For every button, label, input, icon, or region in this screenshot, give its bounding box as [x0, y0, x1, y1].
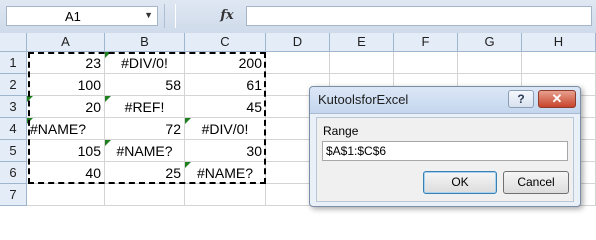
column-header-b[interactable]: B — [105, 33, 185, 52]
select-all-corner[interactable] — [0, 33, 27, 52]
cell-c4[interactable]: #DIV/0! — [185, 118, 266, 140]
cell-b2[interactable]: 58 — [105, 74, 185, 96]
cell-b5[interactable]: #NAME? — [105, 140, 185, 162]
cell-b3[interactable]: #REF! — [105, 96, 185, 118]
chevron-down-icon[interactable]: ▼ — [144, 10, 153, 20]
error-indicator-icon[interactable] — [185, 118, 191, 124]
range-input[interactable]: $A$1:$C$6 — [322, 141, 568, 161]
cell-h1[interactable] — [522, 52, 596, 74]
row-header-6[interactable]: 6 — [0, 162, 27, 184]
cell-value: 45 — [246, 99, 262, 115]
cell-c5[interactable]: 30 — [185, 140, 266, 162]
cell-value: #DIV/0! — [121, 55, 168, 71]
range-label: Range — [323, 124, 359, 138]
cell-e1[interactable] — [330, 52, 394, 74]
dialog-titlebar[interactable]: KutoolsforExcel ? ✕ — [310, 87, 580, 114]
cell-c1[interactable]: 200 — [185, 52, 266, 74]
cell-a2[interactable]: 100 — [27, 74, 105, 96]
cell-b7[interactable] — [105, 184, 185, 206]
row-header-1[interactable]: 1 — [0, 52, 27, 74]
error-indicator-icon[interactable] — [185, 162, 191, 168]
cell-value: 105 — [77, 143, 101, 159]
dialog-body: Range $A$1:$C$6 OK Cancel — [316, 117, 574, 202]
cell-value: #NAME? — [196, 165, 254, 181]
cell-a6[interactable]: 40 — [27, 162, 105, 184]
ok-button[interactable]: OK — [423, 171, 497, 194]
error-indicator-icon[interactable] — [105, 96, 111, 102]
cell-value: 20 — [85, 99, 101, 115]
name-box[interactable]: A1 ▼ — [6, 6, 158, 26]
row-header-5[interactable]: 5 — [0, 140, 27, 162]
formula-bar-splitter[interactable] — [164, 4, 176, 28]
column-header-e[interactable]: E — [330, 33, 394, 52]
column-header-h[interactable]: H — [522, 33, 596, 52]
cell-a7[interactable] — [27, 184, 105, 206]
insert-function-icon[interactable]: fx — [212, 6, 242, 26]
cell-value: #NAME? — [116, 143, 173, 159]
column-header-a[interactable]: A — [27, 33, 105, 52]
cell-b1[interactable]: #DIV/0! — [105, 52, 185, 74]
cell-c2[interactable]: 61 — [185, 74, 266, 96]
cell-value: #NAME? — [30, 121, 87, 137]
name-box-value: A1 — [65, 9, 81, 24]
cell-f1[interactable] — [394, 52, 458, 74]
cell-a5[interactable]: 105 — [27, 140, 105, 162]
error-indicator-icon[interactable] — [27, 118, 33, 124]
cell-b6[interactable]: 25 — [105, 162, 185, 184]
cell-value: #DIV/0! — [201, 121, 249, 137]
cell-a4[interactable]: #NAME? — [27, 118, 105, 140]
cell-b4[interactable]: 72 — [105, 118, 185, 140]
cell-c7[interactable] — [185, 184, 266, 206]
close-button[interactable]: ✕ — [538, 90, 576, 108]
row-header-2[interactable]: 2 — [0, 74, 27, 96]
cell-value: 61 — [246, 77, 262, 93]
row-header-7[interactable]: 7 — [0, 184, 27, 206]
cell-value: 25 — [165, 165, 181, 181]
cell-value: 23 — [85, 55, 101, 71]
cell-g1[interactable] — [458, 52, 522, 74]
row-header-3[interactable]: 3 — [0, 96, 27, 118]
error-indicator-icon[interactable] — [27, 96, 33, 102]
column-header-g[interactable]: G — [458, 33, 522, 52]
cell-value: 40 — [85, 165, 101, 181]
help-button[interactable]: ? — [508, 90, 534, 108]
cell-c3[interactable]: 45 — [185, 96, 266, 118]
cell-a1[interactable]: 23 — [27, 52, 105, 74]
cell-d1[interactable] — [266, 52, 330, 74]
column-header-f[interactable]: F — [394, 33, 458, 52]
error-indicator-icon[interactable] — [105, 52, 111, 58]
cell-value: 72 — [165, 121, 181, 137]
cancel-button[interactable]: Cancel — [503, 171, 569, 194]
cell-value: 100 — [77, 77, 101, 93]
cell-a3[interactable]: 20 — [27, 96, 105, 118]
error-indicator-icon[interactable] — [105, 140, 111, 146]
row-header-4[interactable]: 4 — [0, 118, 27, 140]
cell-value: #REF! — [124, 99, 165, 115]
cell-c6[interactable]: #NAME? — [185, 162, 266, 184]
column-header-c[interactable]: C — [185, 33, 266, 52]
formula-bar: A1 ▼ fx — [0, 0, 596, 34]
range-dialog: KutoolsforExcel ? ✕ Range $A$1:$C$6 OK C… — [309, 86, 581, 207]
cell-value: 30 — [246, 143, 262, 159]
dialog-title: KutoolsforExcel — [318, 92, 409, 107]
cell-value: 200 — [238, 55, 262, 71]
cell-value: 58 — [165, 77, 181, 93]
formula-input[interactable] — [246, 6, 592, 26]
column-header-d[interactable]: D — [266, 33, 330, 52]
